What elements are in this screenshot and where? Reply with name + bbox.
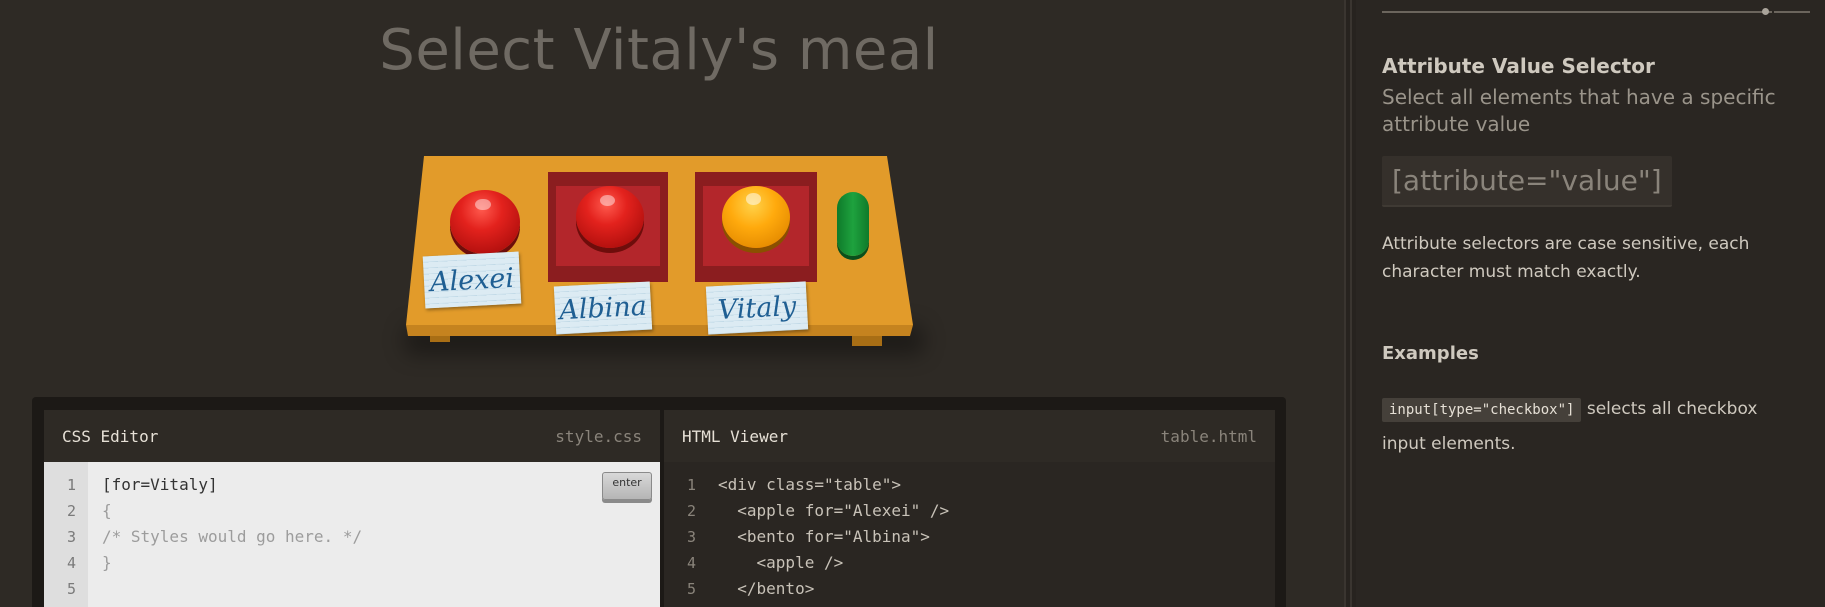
- level-progress-remaining: [1774, 11, 1810, 13]
- css-comment: /* Styles would go here. */: [102, 527, 363, 546]
- pickle[interactable]: [837, 192, 869, 256]
- html-gutter: 1 2 3 4 5: [664, 462, 708, 607]
- panel-divider: [1344, 0, 1356, 607]
- css-gutter: 1 2 3 4 5: [44, 462, 88, 607]
- selector-name: Attribute Value Selector: [1382, 54, 1655, 78]
- enter-button[interactable]: enter: [602, 472, 652, 500]
- html-viewer: HTML Viewer table.html 1 2 3 4 5 <div cl…: [664, 410, 1275, 607]
- name-tag-alexei: Alexei: [422, 251, 522, 309]
- orange-in-bento[interactable]: [722, 186, 790, 248]
- line-number: 5: [66, 580, 76, 598]
- line-number: 4: [66, 554, 76, 572]
- line-number: 1: [686, 476, 696, 494]
- html-viewer-filename: table.html: [1160, 426, 1257, 446]
- html-viewer-body: 1 2 3 4 5 <div class="table"> <apple for…: [664, 462, 1275, 607]
- html-viewer-header: HTML Viewer table.html: [664, 410, 1275, 463]
- html-viewer-title: HTML Viewer: [682, 426, 788, 446]
- apple-alexei[interactable]: [450, 190, 520, 254]
- selector-title: Select all elements that have a specific…: [1382, 85, 1776, 136]
- game-area: Select Vitaly's meal Alexei Albina Vital…: [0, 0, 1344, 607]
- table-scene: Alexei Albina Vitaly: [400, 150, 924, 370]
- css-editor-title: CSS Editor: [62, 426, 159, 446]
- name-tag-albina: Albina: [553, 281, 653, 335]
- line-number: 3: [66, 528, 76, 546]
- examples-heading: Examples: [1382, 343, 1479, 364]
- html-line[interactable]: </bento>: [718, 579, 814, 598]
- selector-hint: Attribute selectors are case sensitive, …: [1382, 234, 1750, 282]
- level-sidebar: Attribute Value Selector Select all elem…: [1356, 0, 1825, 607]
- example-code: input[type="checkbox"]: [1382, 398, 1582, 422]
- apple-in-bento[interactable]: [576, 186, 644, 248]
- level-title: Select Vitaly's meal: [379, 18, 939, 83]
- html-line[interactable]: <bento for="Albina">: [718, 527, 930, 546]
- example-item: input[type="checkbox"] selects all check…: [1382, 392, 1802, 461]
- line-number: 4: [686, 554, 696, 572]
- css-editor-filename: style.css: [555, 426, 642, 446]
- html-line[interactable]: <apple />: [718, 553, 844, 572]
- css-editor: CSS Editor style.css 1 2 3 4 5 [for=Vita…: [44, 410, 660, 607]
- level-progress-track: [1382, 11, 1772, 13]
- css-editor-header: CSS Editor style.css: [44, 410, 660, 463]
- css-editor-body[interactable]: 1 2 3 4 5 [for=Vitaly] { /* Styles would…: [44, 462, 660, 607]
- line-number: 2: [66, 502, 76, 520]
- line-number: 2: [686, 502, 696, 520]
- css-open-brace: {: [102, 501, 112, 520]
- level-progress-handle[interactable]: [1762, 8, 1769, 15]
- line-number: 3: [686, 528, 696, 546]
- html-line[interactable]: <apple for="Alexei" />: [718, 501, 949, 520]
- css-close-brace: }: [102, 553, 112, 572]
- html-line[interactable]: <div class="table">: [718, 475, 901, 494]
- line-number: 5: [686, 580, 696, 598]
- line-number: 1: [66, 476, 76, 494]
- css-selector-input[interactable]: [for=Vitaly]: [102, 475, 218, 494]
- selector-syntax: [attribute="value"]: [1382, 156, 1672, 207]
- name-tag-vitaly: Vitaly: [705, 281, 809, 335]
